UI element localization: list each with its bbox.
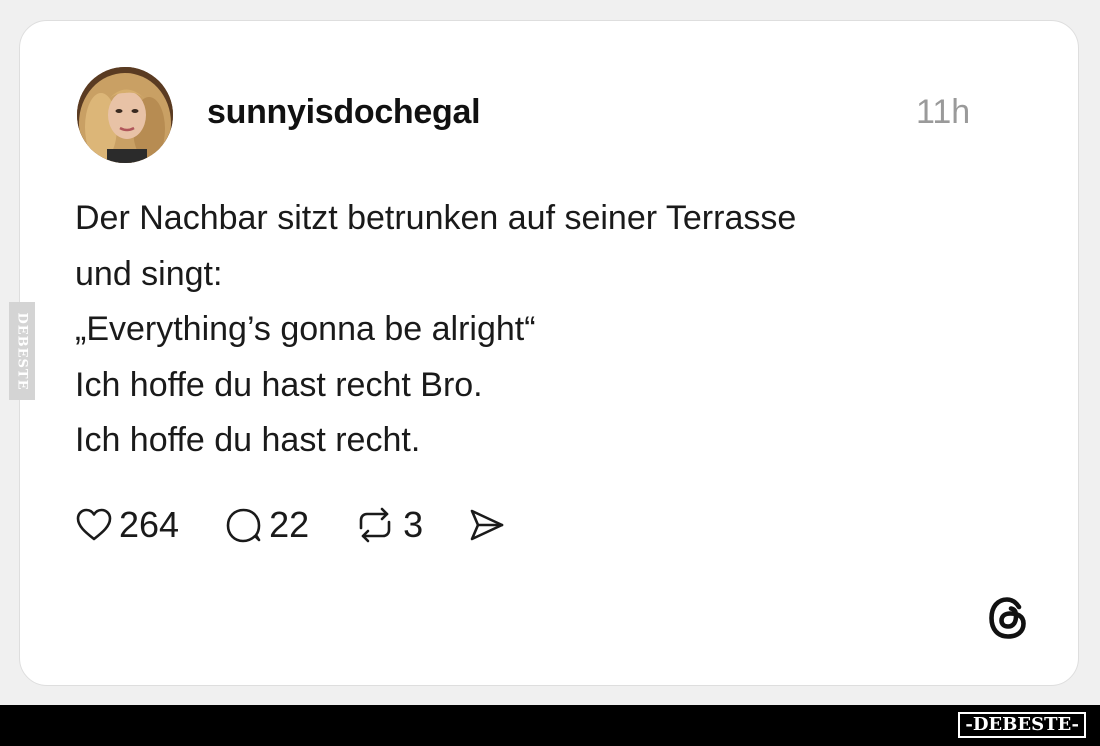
- side-watermark-text: DEBESTE: [14, 311, 30, 391]
- like-count: 264: [119, 504, 180, 545]
- bottom-watermark: -DEBESTE-: [958, 712, 1086, 738]
- repost-arrows-icon: [359, 507, 391, 543]
- bottom-bar: -DEBESTE-: [0, 705, 1100, 746]
- post-timestamp: 11h: [916, 93, 971, 131]
- repost-count: 3: [403, 504, 424, 545]
- reply-count: 22: [269, 504, 310, 545]
- threads-logo-glyph: [989, 597, 1026, 639]
- action-bar: 264 22 3: [75, 504, 507, 546]
- side-watermark: DEBESTE: [9, 302, 35, 400]
- post-text-line: Ich hoffe du hast recht.: [75, 421, 421, 459]
- post-text: Der Nachbar sitzt betrunken auf seiner T…: [75, 191, 1035, 469]
- speech-bubble-icon: [226, 508, 261, 543]
- post-card: sunnyisdochegal 11h Der Nachbar sitzt be…: [19, 20, 1079, 686]
- post-text-line: „Everything’s gonna be alright“: [75, 310, 536, 348]
- post-text-line: Der Nachbar sitzt betrunken auf seiner T…: [75, 199, 797, 237]
- avatar[interactable]: [77, 67, 173, 163]
- share-button[interactable]: [467, 506, 507, 544]
- username[interactable]: sunnyisdochegal: [207, 93, 481, 132]
- like-button[interactable]: 264: [75, 504, 179, 546]
- heart-icon: [76, 508, 112, 541]
- threads-logo-icon[interactable]: [986, 595, 1032, 641]
- post-text-line: Ich hoffe du hast recht Bro.: [75, 365, 483, 404]
- send-icon: [470, 509, 504, 541]
- post-text-line: und singt:: [75, 254, 223, 293]
- profile-photo: [77, 67, 173, 163]
- repost-button[interactable]: 3: [353, 504, 423, 546]
- reply-button[interactable]: 22: [225, 504, 309, 546]
